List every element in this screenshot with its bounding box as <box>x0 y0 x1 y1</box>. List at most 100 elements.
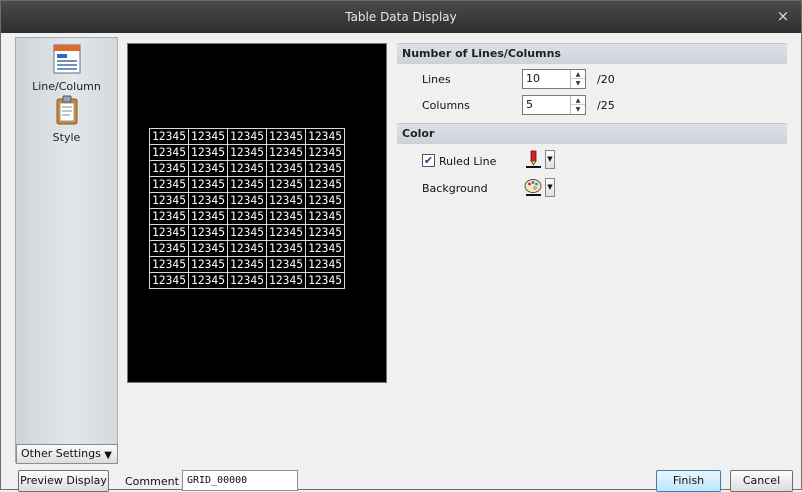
columns-spinner[interactable]: 5 ▲ ▼ <box>522 95 586 115</box>
preview-cell: 12345 <box>266 176 307 193</box>
section-color-header: Color <box>397 123 787 144</box>
ruled-line-label: Ruled Line <box>439 155 497 168</box>
spinner-up-icon[interactable]: ▲ <box>571 96 585 105</box>
preview-cell: 12345 <box>188 144 229 161</box>
title-bar: Table Data Display × <box>1 1 801 33</box>
preview-row: 12345 12345 12345 12345 12345 <box>148 192 346 209</box>
preview-cell: 12345 <box>188 208 229 225</box>
preview-display-button[interactable]: Preview Display <box>18 470 109 492</box>
preview-cell: 12345 <box>305 144 346 161</box>
preview-cell: 12345 <box>148 256 190 273</box>
spinner-up-icon[interactable]: ▲ <box>571 70 585 79</box>
preview-cell: 12345 <box>227 256 268 273</box>
preview-cell: 12345 <box>227 128 268 145</box>
columns-value: 5 <box>526 98 533 111</box>
preview-cell: 12345 <box>148 240 190 257</box>
dialog-window: Table Data Display × Line/Column Style O… <box>0 0 802 492</box>
sidebar-item-line-column[interactable]: Line/Column <box>16 43 117 93</box>
preview-cell: 12345 <box>266 240 307 257</box>
preview-cell: 12345 <box>188 256 229 273</box>
spinner-down-icon[interactable]: ▼ <box>571 79 585 88</box>
columns-label: Columns <box>422 99 470 112</box>
sidebar: Line/Column Style <box>15 37 118 463</box>
preview-cell: 12345 <box>148 272 190 289</box>
window-title: Table Data Display <box>345 10 457 24</box>
preview-cell: 12345 <box>227 240 268 257</box>
preview-cell: 12345 <box>266 208 307 225</box>
preview-cell: 12345 <box>227 272 268 289</box>
lines-spinner[interactable]: 10 ▲ ▼ <box>522 69 586 89</box>
spinner-buttons[interactable]: ▲ ▼ <box>570 96 585 114</box>
preview-cell: 12345 <box>227 160 268 177</box>
preview-row: 12345 12345 12345 12345 12345 <box>148 176 346 193</box>
clipboard-icon <box>51 94 83 126</box>
preview-cell: 12345 <box>227 176 268 193</box>
preview-row: 12345 12345 12345 12345 12345 <box>148 160 346 177</box>
table-preview: 12345 12345 12345 12345 12345 12345 12345 12345… <box>127 43 387 383</box>
preview-cell: 12345 <box>305 160 346 177</box>
preview-row: 12345 12345 12345 12345 12345 <box>148 128 346 145</box>
preview-cell: 12345 <box>188 160 229 177</box>
preview-cell: 12345 <box>305 192 346 209</box>
other-settings-dropdown[interactable]: Other Settings ▼ <box>16 444 118 464</box>
preview-cell: 12345 <box>188 176 229 193</box>
preview-cell: 12345 <box>266 192 307 209</box>
table-icon <box>51 43 83 75</box>
ruled-line-checkbox[interactable]: ✔ <box>422 154 435 167</box>
comment-label: Comment <box>125 475 179 488</box>
spinner-down-icon[interactable]: ▼ <box>571 105 585 114</box>
other-settings-label: Other Settings <box>21 447 101 460</box>
preview-row: 12345 12345 12345 12345 12345 <box>148 256 346 273</box>
cancel-button[interactable]: Cancel <box>730 470 793 492</box>
preview-cell: 12345 <box>266 224 307 241</box>
preview-cell: 12345 <box>188 240 229 257</box>
pen-color-icon <box>523 149 544 169</box>
background-color-picker[interactable]: ▼ <box>523 177 555 198</box>
preview-cell: 12345 <box>305 256 346 273</box>
lines-value: 10 <box>526 72 540 85</box>
spinner-buttons[interactable]: ▲ ▼ <box>570 70 585 88</box>
preview-cell: 12345 <box>148 144 190 161</box>
preview-cell: 12345 <box>227 208 268 225</box>
sidebar-item-style[interactable]: Style <box>16 94 117 144</box>
preview-cell: 12345 <box>148 160 190 177</box>
preview-cell: 12345 <box>266 160 307 177</box>
preview-cell: 12345 <box>188 272 229 289</box>
preview-row: 12345 12345 12345 12345 12345 <box>148 240 346 257</box>
preview-cell: 12345 <box>305 272 346 289</box>
background-label: Background <box>422 182 488 195</box>
preview-cell: 12345 <box>227 224 268 241</box>
preview-cell: 12345 <box>266 256 307 273</box>
preview-cell: 12345 <box>188 128 229 145</box>
preview-grid: 12345 12345 12345 12345 12345 12345 12345 12345… <box>148 128 346 289</box>
columns-max: /25 <box>597 99 615 112</box>
chevron-down-icon: ▼ <box>104 450 112 461</box>
finish-button[interactable]: Finish <box>656 470 721 492</box>
preview-row: 12345 12345 12345 12345 12345 <box>148 144 346 161</box>
palette-icon <box>523 177 544 197</box>
preview-cell: 12345 <box>266 144 307 161</box>
preview-cell: 12345 <box>188 224 229 241</box>
preview-cell: 12345 <box>227 144 268 161</box>
comment-field[interactable]: GRID_00000 <box>182 470 298 491</box>
sidebar-item-label: Line/Column <box>32 80 101 93</box>
preview-row: 12345 12345 12345 12345 12345 <box>148 208 346 225</box>
close-icon[interactable]: × <box>775 8 791 24</box>
preview-cell: 12345 <box>305 208 346 225</box>
chevron-down-icon[interactable]: ▼ <box>545 178 555 197</box>
preview-cell: 12345 <box>148 208 190 225</box>
preview-cell: 12345 <box>305 224 346 241</box>
chevron-down-icon[interactable]: ▼ <box>545 150 555 169</box>
lines-max: /20 <box>597 73 615 86</box>
preview-cell: 12345 <box>227 192 268 209</box>
ruled-line-color-picker[interactable]: ▼ <box>523 149 555 170</box>
preview-cell: 12345 <box>305 128 346 145</box>
preview-cell: 12345 <box>266 272 307 289</box>
lines-label: Lines <box>422 73 451 86</box>
preview-cell: 12345 <box>305 240 346 257</box>
preview-cell: 12345 <box>148 176 190 193</box>
preview-cell: 12345 <box>305 176 346 193</box>
preview-cell: 12345 <box>148 192 190 209</box>
preview-cell: 12345 <box>188 192 229 209</box>
preview-cell: 12345 <box>266 128 307 145</box>
